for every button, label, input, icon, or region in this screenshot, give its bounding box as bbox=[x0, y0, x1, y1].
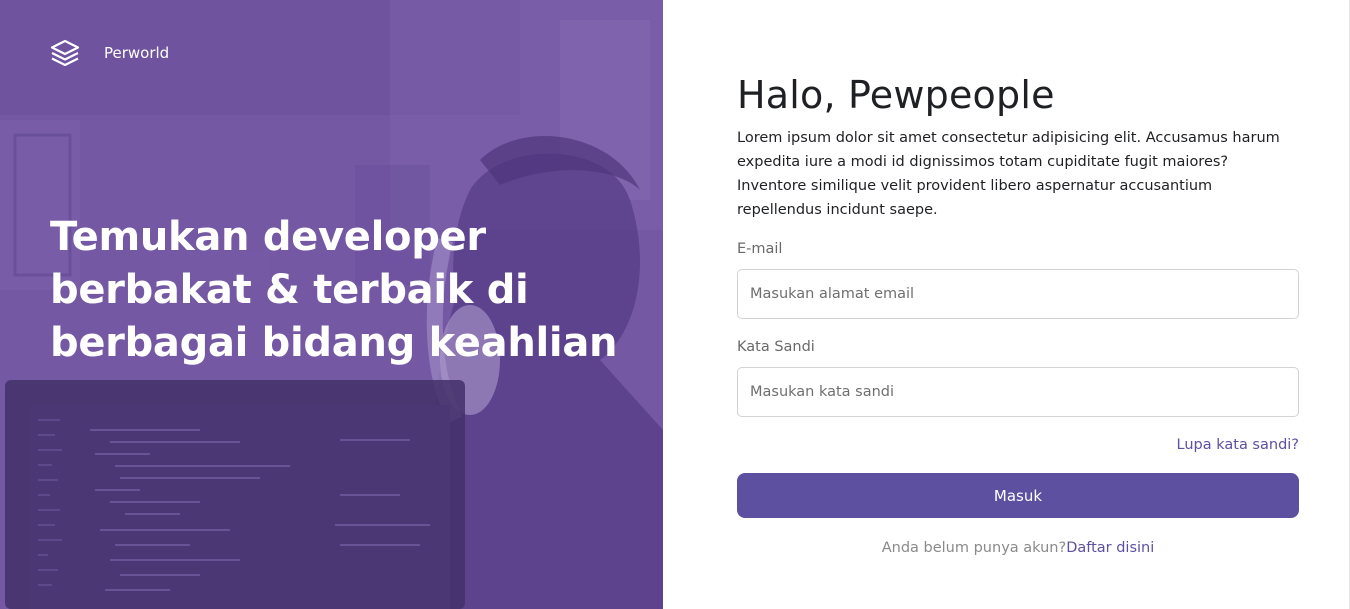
page-title: Halo, Pewpeople bbox=[737, 73, 1055, 117]
brand[interactable]: Perworld bbox=[50, 38, 169, 68]
signup-link[interactable]: Daftar disini bbox=[1066, 540, 1154, 556]
forgot-password-link[interactable]: Lupa kata sandi? bbox=[737, 435, 1299, 455]
signup-line: Anda belum punya akun?Daftar disini bbox=[737, 538, 1299, 558]
email-label: E-mail bbox=[737, 241, 783, 257]
page-description: Lorem ipsum dolor sit amet consectetur a… bbox=[737, 130, 1280, 218]
password-field[interactable] bbox=[737, 367, 1299, 417]
layers-icon bbox=[50, 39, 80, 67]
login-form: Halo, Pewpeople Lorem ipsum dolor sit am… bbox=[737, 70, 1299, 558]
hero-panel: Perworld Temukan developer berbakat & te… bbox=[0, 0, 663, 609]
login-button[interactable]: Masuk bbox=[737, 473, 1299, 518]
login-panel: Halo, Pewpeople Lorem ipsum dolor sit am… bbox=[663, 0, 1350, 609]
hero-headline: Temukan developer berbakat & terbaik di … bbox=[50, 214, 618, 366]
brand-name: Perworld bbox=[104, 44, 170, 62]
password-label: Kata Sandi bbox=[737, 339, 815, 355]
signup-prompt: Anda belum punya akun? bbox=[881, 540, 1067, 556]
email-field[interactable] bbox=[737, 269, 1299, 319]
